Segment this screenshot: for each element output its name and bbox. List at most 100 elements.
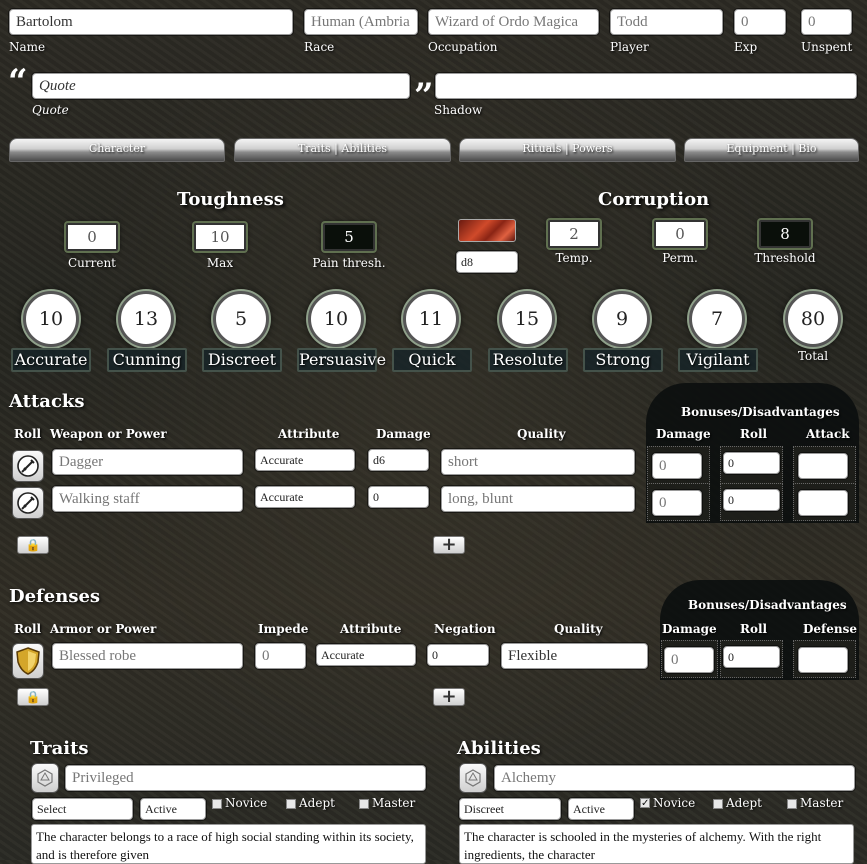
race-label: Race — [304, 40, 335, 54]
corruption-perm-input[interactable]: 0 — [654, 220, 706, 248]
name-label: Name — [9, 40, 46, 54]
attr-strong-button[interactable]: Strong — [583, 348, 663, 372]
occupation-input[interactable]: Wizard of Ordo Magica — [428, 9, 599, 35]
toughness-max-input[interactable]: 10 — [194, 223, 246, 251]
attack-head-attribute: Attribute — [278, 427, 340, 441]
defenses-lock-button[interactable]: 🔒 — [17, 688, 49, 706]
attack-roll-button[interactable] — [12, 487, 44, 519]
attr-resolute-button[interactable]: Resolute — [488, 348, 568, 372]
attack-quality-input[interactable]: short — [441, 449, 635, 475]
trait-status-select[interactable]: Active — [140, 798, 206, 820]
tab-traits-abilities[interactable]: Traits | Abilities — [234, 138, 451, 162]
attack-weapon-input[interactable]: Walking staff — [52, 486, 243, 512]
attr-total-value: 80 — [785, 291, 841, 347]
tab-equipment-bio[interactable]: Equipment | Bio — [684, 138, 859, 162]
dice-image — [458, 219, 516, 242]
player-input[interactable]: Todd — [610, 9, 723, 35]
trait-name-input[interactable]: Privileged — [65, 765, 426, 791]
attacks-title: Attacks — [9, 391, 85, 412]
attack-damage-input[interactable]: d6 — [368, 449, 429, 471]
attack-head-roll: Roll — [14, 427, 42, 441]
defense-bonus-roll-input[interactable]: 0 — [723, 646, 780, 668]
defense-bonuses-title: Bonuses/Disadvantages — [688, 598, 847, 612]
ability-novice-checkbox[interactable]: ✓ — [640, 798, 650, 809]
ability-description[interactable]: The character is schooled in the mysteri… — [459, 824, 854, 864]
trait-master-checkbox[interactable] — [359, 799, 369, 809]
defense-bonus-damage-input[interactable]: 0 — [664, 647, 714, 673]
d20-icon — [465, 769, 481, 787]
attr-persuasive-button[interactable]: Persuasive — [297, 348, 386, 372]
corruption-temp-input[interactable]: 2 — [548, 220, 600, 248]
ability-attribute-select[interactable]: Discreet — [459, 798, 561, 820]
attr-discreet-button[interactable]: Discreet — [202, 348, 282, 372]
defense-armor-input[interactable]: Blessed robe — [52, 643, 243, 669]
attr-vigilant-button[interactable]: Vigilant — [678, 348, 758, 372]
attr-total-label: Total — [797, 349, 829, 363]
attack-bonus-damage-input[interactable]: 0 — [652, 453, 702, 479]
attack-attribute-select[interactable]: Accurate — [255, 486, 355, 508]
attr-accurate-button[interactable]: Accurate — [11, 348, 91, 372]
exp-input[interactable]: 0 — [734, 9, 786, 35]
race-input[interactable]: Human (Ambria — [304, 9, 418, 35]
tab-character[interactable]: Character — [9, 138, 225, 162]
ability-adept-checkbox[interactable] — [713, 799, 723, 809]
attr-accurate-value[interactable]: 10 — [23, 291, 79, 347]
quote-input[interactable]: Quote — [32, 73, 410, 99]
attack-bonus-attack-input[interactable] — [798, 453, 848, 479]
quote-close-mark: ” — [414, 76, 434, 116]
defense-head-quality: Quality — [554, 622, 603, 636]
attacks-add-button[interactable]: + — [433, 536, 465, 554]
abilities-title: Abilities — [457, 738, 541, 759]
attack-bonus-attack-input[interactable] — [798, 490, 848, 516]
trait-attribute-select[interactable]: Select — [32, 798, 133, 820]
attr-quick-button[interactable]: Quick — [392, 348, 472, 372]
attr-cunning-button[interactable]: Cunning — [107, 348, 187, 372]
attr-cunning-value[interactable]: 13 — [118, 291, 174, 347]
attack-damage-input[interactable]: 0 — [368, 486, 429, 508]
defense-bonus-defense-input[interactable] — [798, 647, 848, 673]
defense-quality-input[interactable]: Flexible — [501, 643, 648, 669]
ability-name-input[interactable]: Alchemy — [494, 765, 855, 791]
trait-description[interactable]: The character belongs to a race of high … — [31, 824, 426, 864]
attacks-lock-button[interactable]: 🔒 — [17, 536, 49, 554]
attr-resolute-value[interactable]: 15 — [499, 291, 555, 347]
attack-quality-input[interactable]: long, blunt — [441, 486, 635, 512]
trait-novice-checkbox[interactable] — [212, 799, 222, 809]
defense-head-armor: Armor or Power — [50, 622, 157, 636]
unspent-input[interactable]: 0 — [801, 9, 852, 35]
attr-vigilant-value[interactable]: 7 — [689, 291, 745, 347]
defenses-add-button[interactable]: + — [433, 688, 465, 706]
attr-quick-value[interactable]: 11 — [403, 291, 459, 347]
attack-bonus-roll-input[interactable]: 0 — [723, 452, 780, 474]
attack-weapon-input[interactable]: Dagger — [52, 449, 243, 475]
shadow-input[interactable] — [435, 73, 857, 99]
corruption-temp-label: Temp. — [555, 251, 593, 265]
attack-attribute-select[interactable]: Accurate — [255, 449, 355, 471]
attack-bonus-head-roll: Roll — [740, 427, 768, 441]
attack-roll-button[interactable] — [12, 450, 44, 482]
attr-strong-value[interactable]: 9 — [594, 291, 650, 347]
trait-roll-button[interactable] — [31, 763, 59, 793]
defense-impede-input[interactable]: 0 — [255, 643, 306, 669]
tab-rituals-powers[interactable]: Rituals | Powers — [459, 138, 676, 162]
defense-head-roll: Roll — [14, 622, 42, 636]
unspent-label: Unspent — [801, 40, 853, 54]
attack-bonus-roll-input[interactable]: 0 — [723, 489, 780, 511]
dice-input[interactable]: d8 — [456, 251, 518, 273]
toughness-current-input[interactable]: 0 — [66, 223, 118, 251]
attr-discreet-value[interactable]: 5 — [213, 291, 269, 347]
name-input[interactable]: Bartolom — [9, 9, 293, 35]
corruption-perm-label: Perm. — [662, 251, 698, 265]
attr-persuasive-value[interactable]: 10 — [308, 291, 364, 347]
defense-roll-button[interactable] — [12, 643, 44, 679]
trait-adept-checkbox[interactable] — [286, 799, 296, 809]
shadow-label: Shadow — [434, 103, 483, 117]
ability-roll-button[interactable] — [459, 763, 487, 793]
quote-open-mark: “ — [8, 62, 28, 102]
defense-attribute-select[interactable]: Accurate — [316, 644, 416, 666]
ability-status-select[interactable]: Active — [568, 798, 634, 820]
ability-master-checkbox[interactable] — [787, 799, 797, 809]
attack-bonus-damage-input[interactable]: 0 — [652, 490, 702, 516]
ability-adept-label: Adept — [726, 796, 762, 810]
defense-negation-input[interactable]: 0 — [427, 644, 489, 666]
